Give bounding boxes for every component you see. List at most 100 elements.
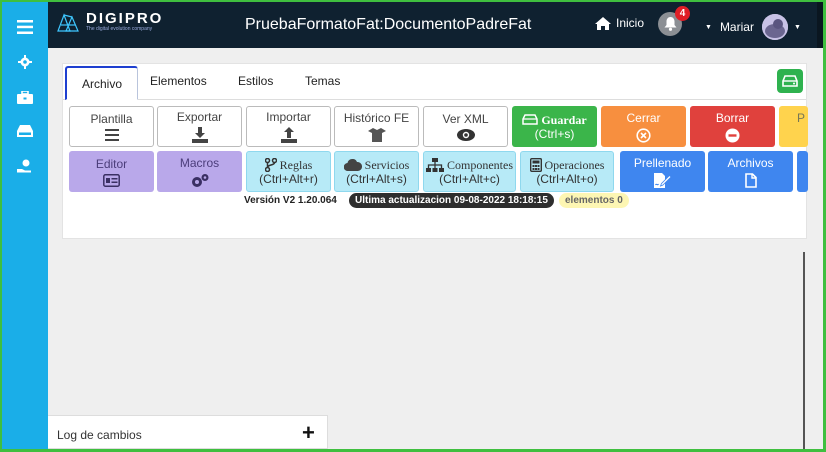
user-name: Mariar [719, 20, 754, 34]
guardar-label: Guardar [541, 112, 587, 127]
file-icon [744, 172, 757, 188]
home-label: Inicio [616, 16, 645, 30]
ver-xml-label: Ver XML [442, 112, 489, 126]
exportar-label: Exportar [176, 110, 223, 124]
eye-icon [456, 129, 475, 141]
elements-count-badge: elementos 0 [559, 193, 629, 208]
plantilla-button[interactable]: Plantilla [69, 106, 154, 147]
sitemap-icon [426, 157, 444, 172]
borrar-label: Borrar [715, 110, 750, 125]
partial-blue-button[interactable] [797, 151, 808, 192]
reglas-shortcut: (Ctrl+Alt+r) [259, 171, 318, 186]
app-window: DIGIPRO The digital evolution company Pr… [2, 2, 823, 449]
ver-xml-button[interactable]: Ver XML [423, 106, 508, 147]
brand-tagline: The digital evolution company [86, 26, 153, 32]
menu-icon[interactable] [2, 12, 48, 42]
historico-label: Histórico FE [343, 111, 410, 125]
plus-icon[interactable]: + [302, 422, 315, 444]
drive-icon [782, 75, 798, 87]
componentes-label: Componentes [447, 157, 513, 172]
bell-icon [664, 17, 676, 31]
gear-icon[interactable] [2, 47, 48, 77]
reglas-label-row: Reglas [264, 157, 313, 172]
download-icon [191, 127, 208, 143]
canvas-scrollbar[interactable] [803, 252, 805, 449]
drive-icon[interactable] [2, 116, 48, 146]
branch-icon [264, 157, 277, 172]
notification-badge: 4 [675, 6, 690, 21]
last-update-badge: Ultima actualizacion 09-08-2022 18:18:15 [349, 193, 554, 208]
partial-button[interactable]: P [779, 106, 808, 147]
archivos-label: Archivos [727, 155, 774, 170]
reglas-label: Reglas [279, 157, 313, 172]
servicios-label: Servicios [364, 157, 410, 172]
operaciones-label: Operaciones [544, 157, 605, 172]
prellenado-button[interactable]: Prellenado [620, 151, 705, 192]
servicios-button[interactable]: Servicios (Ctrl+Alt+s) [334, 151, 419, 192]
operaciones-button[interactable]: Operaciones (Ctrl+Alt+o) [520, 151, 614, 192]
version-label: Versión V2 1.20.064 [244, 195, 337, 206]
tab-archivo[interactable]: Archivo [65, 66, 139, 100]
tab-bar: Archivo Elementos Estilos Temas [63, 64, 806, 100]
operaciones-shortcut: (Ctrl+Alt+o) [536, 171, 598, 186]
editor-button[interactable]: Editor [69, 151, 154, 192]
operaciones-label-row: Operaciones [529, 157, 605, 172]
change-log-panel[interactable]: Log de cambios + [48, 415, 328, 449]
caret-down-icon: ▼ [705, 23, 712, 31]
drive-icon [522, 114, 539, 125]
historico-fe-button[interactable]: Histórico FE [334, 106, 419, 147]
tab-estilos[interactable]: Estilos [238, 74, 273, 88]
tab-temas[interactable]: Temas [305, 74, 340, 88]
componentes-shortcut: (Ctrl+Alt+c) [439, 171, 500, 186]
editor-label: Editor [95, 156, 128, 171]
cloud-icon [343, 158, 362, 171]
importar-button[interactable]: Importar [246, 106, 331, 147]
guardar-label-row: Guardar [522, 112, 587, 127]
user-menu[interactable]: ▼ Mariar ▼ [705, 14, 801, 40]
minus-circle-icon [725, 128, 740, 143]
home-icon [595, 16, 611, 30]
partial-label: P [797, 111, 806, 125]
circle-x-icon [636, 127, 651, 143]
logo-mark-icon [57, 13, 79, 32]
prellenado-label: Prellenado [633, 155, 692, 170]
page-title: PruebaFormatoFat:DocumentoPadreFat [245, 16, 532, 33]
bars-icon [104, 129, 119, 141]
topbar-scrollbar [817, 2, 823, 48]
logo: DIGIPRO The digital evolution company [56, 11, 163, 33]
exportar-button[interactable]: Exportar [157, 106, 242, 147]
cerrar-button[interactable]: Cerrar [601, 106, 686, 147]
file-signature-icon [653, 172, 672, 188]
importar-label: Importar [266, 110, 311, 124]
briefcase-icon[interactable] [2, 82, 48, 112]
caret-down-icon: ▼ [793, 23, 801, 31]
box-open-icon [367, 128, 386, 142]
servicios-shortcut: (Ctrl+Alt+s) [346, 171, 407, 186]
storage-button[interactable] [777, 69, 803, 93]
guardar-button[interactable]: Guardar (Ctrl+s) [512, 106, 597, 147]
editor-panel: Archivo Elementos Estilos Temas Plantill… [62, 63, 808, 239]
reglas-button[interactable]: Reglas (Ctrl+Alt+r) [246, 151, 331, 192]
upload-icon [280, 127, 297, 143]
sidebar [2, 2, 48, 449]
macros-label: Macros [179, 155, 220, 170]
archivos-button[interactable]: Archivos [708, 151, 793, 192]
hand-money-icon[interactable] [2, 151, 48, 181]
guardar-shortcut: (Ctrl+s) [534, 126, 575, 141]
componentes-button[interactable]: Componentes (Ctrl+Alt+c) [423, 151, 516, 192]
plantilla-label: Plantilla [90, 112, 133, 126]
home-link[interactable]: Inicio [595, 16, 644, 30]
borrar-button[interactable]: Borrar [690, 106, 775, 147]
macros-button[interactable]: Macros [157, 151, 242, 192]
tab-elementos[interactable]: Elementos [150, 74, 207, 88]
componentes-label-row: Componentes [426, 157, 513, 172]
topbar: DIGIPRO The digital evolution company Pr… [48, 2, 823, 48]
change-log-title: Log de cambios [57, 428, 142, 442]
cerrar-label: Cerrar [626, 110, 661, 125]
id-card-icon [103, 173, 120, 187]
cogs-icon [190, 173, 210, 188]
calculator-icon [529, 157, 542, 172]
brand-name: DIGIPRO [86, 10, 164, 27]
servicios-label-row: Servicios [343, 157, 410, 172]
avatar [761, 14, 788, 40]
